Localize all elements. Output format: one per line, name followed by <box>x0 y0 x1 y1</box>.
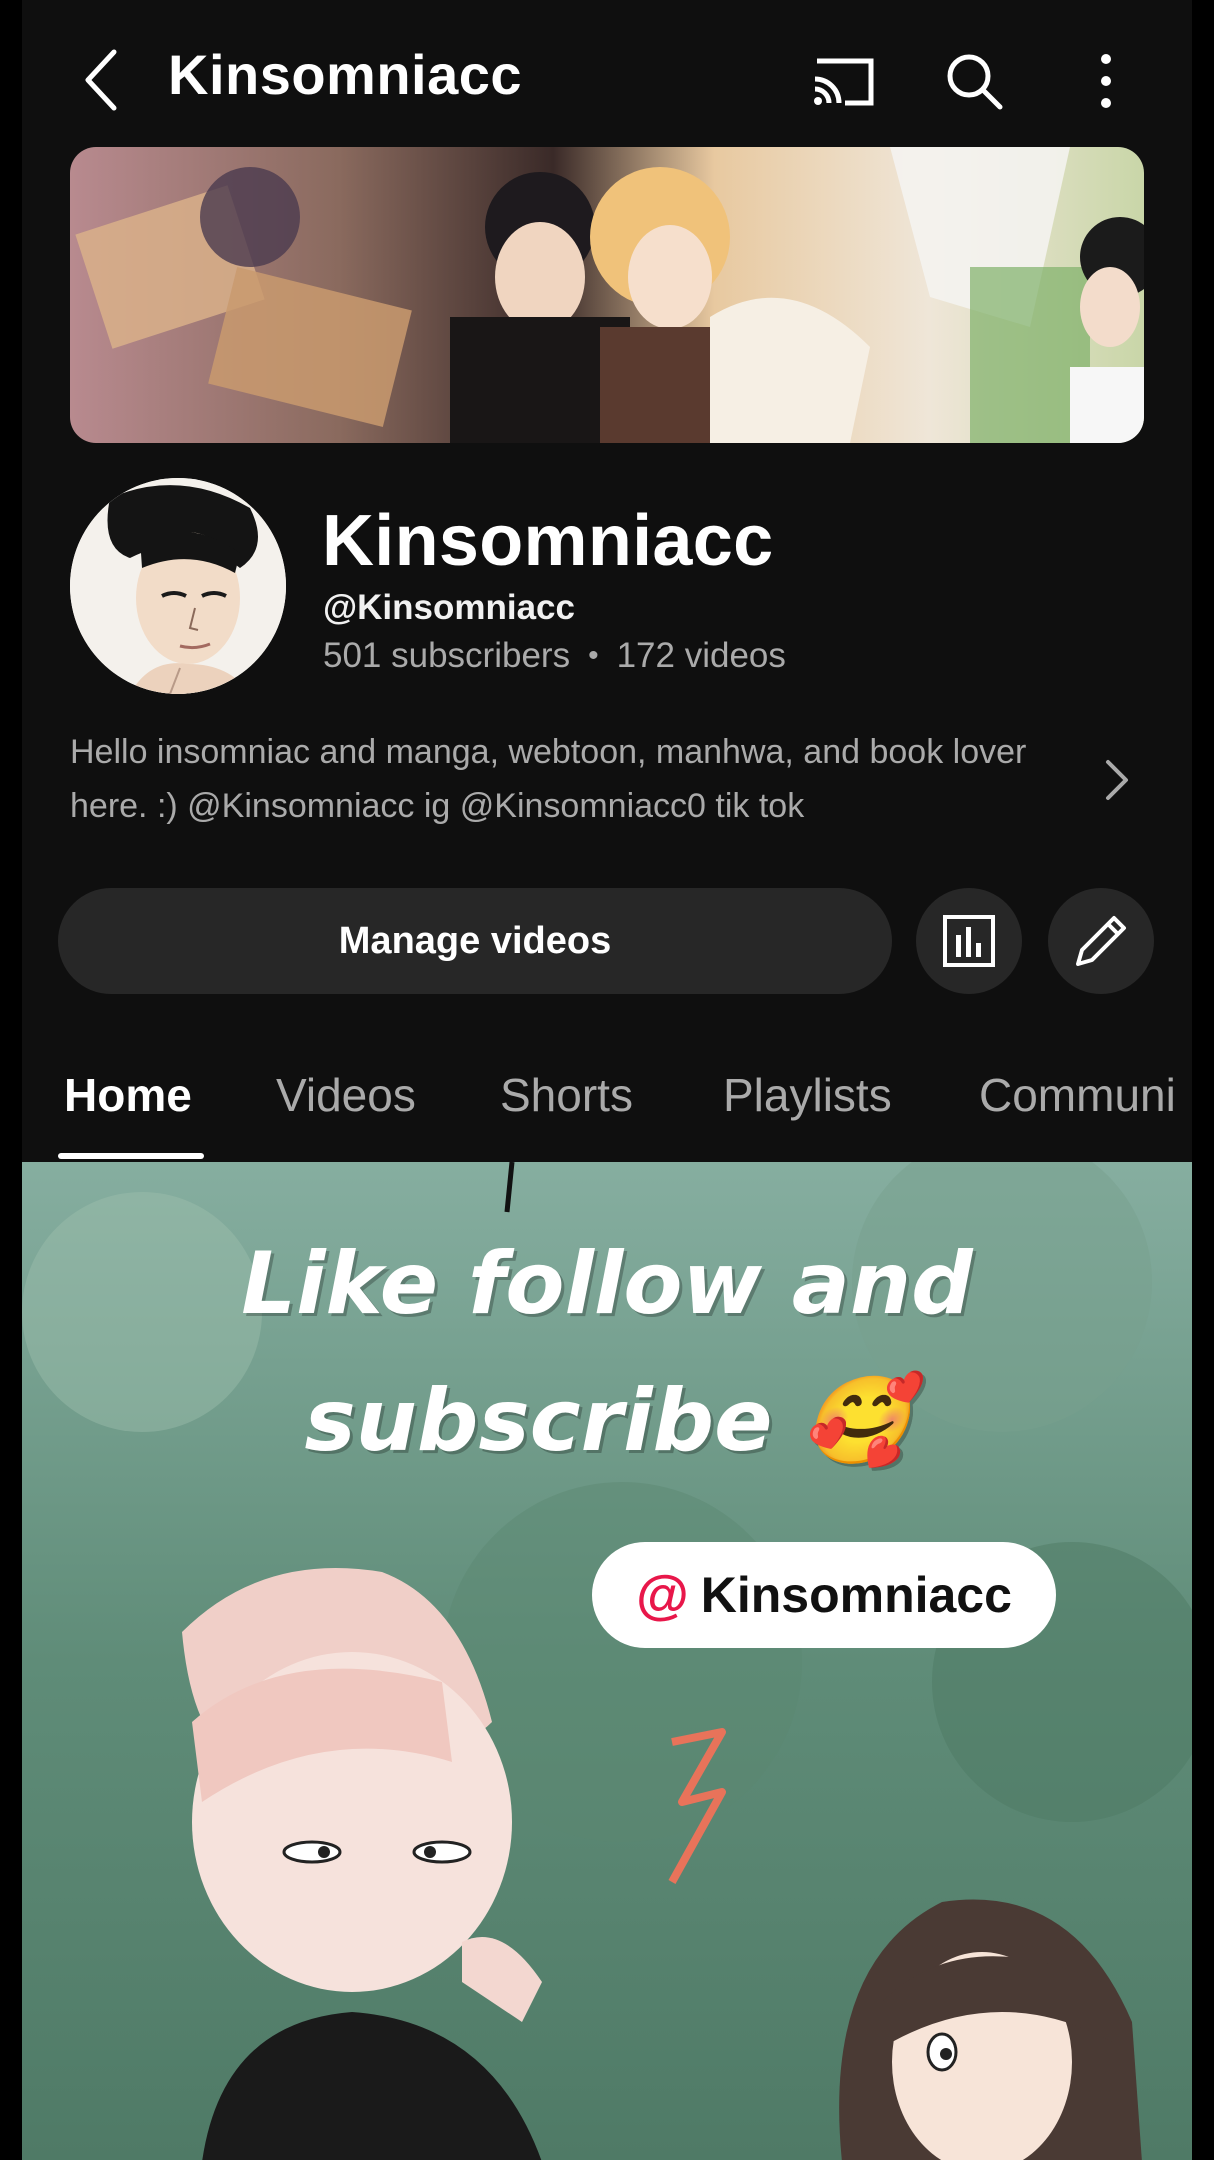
featured-overlay-line1: Like follow and <box>241 1234 973 1334</box>
channel-name: Kinsomniacc <box>322 501 774 581</box>
more-vert-icon[interactable] <box>1070 45 1142 117</box>
channel-stats: 501 subscribers • 172 videos <box>323 636 786 676</box>
tab-playlists[interactable]: Playlists <box>723 1068 892 1122</box>
channel-avatar[interactable] <box>70 478 286 694</box>
stats-separator: • <box>588 639 599 672</box>
active-tab-indicator <box>58 1153 204 1159</box>
subscriber-count: 501 subscribers <box>323 636 571 675</box>
channel-banner <box>70 147 1144 443</box>
featured-video[interactable]: Like follow and subscribe 🥰 <box>22 1162 1192 2160</box>
tab-community[interactable]: Communi <box>979 1068 1176 1122</box>
video-count: 172 videos <box>616 636 786 675</box>
search-icon[interactable] <box>938 45 1010 117</box>
analytics-button[interactable] <box>916 888 1022 994</box>
top-app-bar: Kinsomniacc <box>22 0 1192 150</box>
youtube-channel-screen: Kinsomniacc Kinsomniacc @Kinsomniacc 501… <box>22 0 1192 2160</box>
mention-tag-name: Kinsomniacc <box>700 1567 1012 1623</box>
tab-videos[interactable]: Videos <box>276 1068 416 1122</box>
top-bar-title: Kinsomniacc <box>168 43 523 106</box>
featured-overlay-line2: subscribe 🥰 <box>304 1371 910 1471</box>
chevron-right-icon[interactable] <box>1092 755 1142 805</box>
tab-home[interactable]: Home <box>64 1068 192 1122</box>
edit-pencil-icon <box>1076 916 1126 966</box>
at-icon: @ <box>636 1565 689 1625</box>
channel-description[interactable]: Hello insomniac and manga, webtoon, manh… <box>70 725 1070 833</box>
channel-handle: @Kinsomniacc <box>323 588 575 627</box>
back-icon[interactable] <box>67 45 137 115</box>
manage-videos-button[interactable]: Manage videos <box>58 888 892 994</box>
edit-channel-button[interactable] <box>1048 888 1154 994</box>
cast-icon[interactable] <box>808 45 880 117</box>
mention-tag: @ Kinsomniacc <box>592 1542 1056 1648</box>
channel-tabs: Home Videos Shorts Playlists Communi <box>22 1030 1192 1164</box>
analytics-icon <box>943 915 995 967</box>
tab-shorts[interactable]: Shorts <box>500 1068 633 1122</box>
